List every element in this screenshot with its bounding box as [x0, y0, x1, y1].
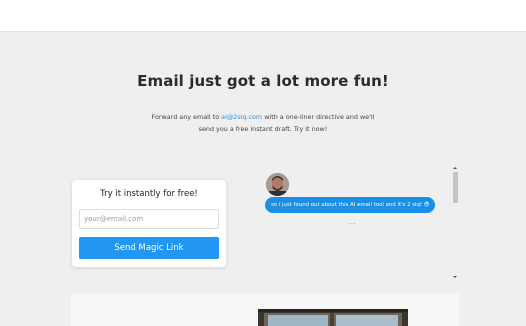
chat-message-bubble: so i just found out about this AI email …	[265, 197, 436, 213]
typing-indicator: ...	[348, 218, 357, 226]
send-magic-link-button[interactable]: Send Magic Link	[79, 237, 219, 259]
hero-headline: Email just got a lot more fun!	[137, 72, 389, 90]
email-input[interactable]	[79, 209, 219, 229]
avatar-image	[266, 173, 289, 196]
subtext-prefix: Forward any email to	[151, 113, 222, 121]
feature-image	[258, 309, 408, 326]
scroll-down-arrow-icon[interactable]	[453, 276, 457, 278]
top-navigation-bar	[0, 0, 526, 32]
email-address-link[interactable]: ai@2siq.com	[221, 113, 262, 121]
avatar	[266, 173, 289, 196]
subtext-suffix: with a one-liner directive and we'll	[262, 113, 375, 121]
scrollbar-thumb[interactable]	[453, 172, 458, 203]
window-scene-graphic	[258, 309, 408, 326]
subtext-line-2: send you a free instant draft. Try it no…	[198, 125, 328, 133]
scroll-up-arrow-icon[interactable]	[453, 167, 457, 169]
page: Email just got a lot more fun! Forward a…	[0, 0, 526, 326]
signup-card: Try it instantly for free! Send Magic Li…	[72, 180, 226, 267]
hero-subtext: Forward any email to ai@2siq.com with a …	[0, 111, 526, 135]
signup-card-title: Try it instantly for free!	[100, 189, 198, 199]
